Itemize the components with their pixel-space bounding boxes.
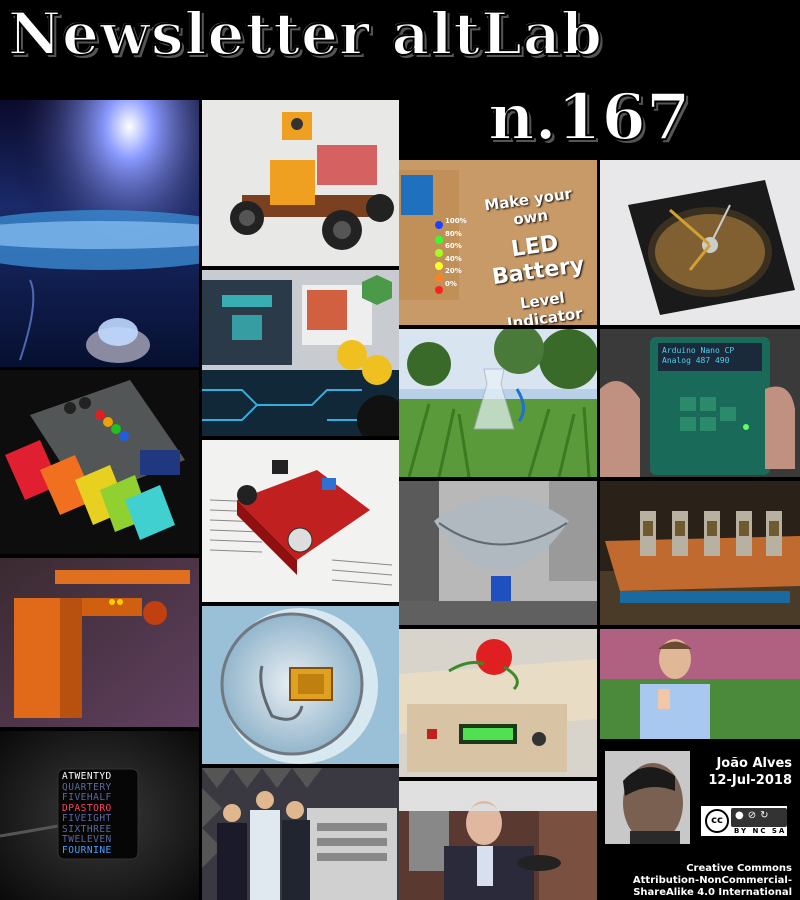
battery-level-label: 40% [445,254,462,263]
cc-license-badge[interactable]: cc ●⊘↻ BY NC SA [699,804,789,838]
tomato-box-image [399,629,597,777]
tile-rainbow-keyboard [0,370,199,554]
tile-led-battery: 100% 80% 60% 40% 20% 0% Make your own LE… [399,160,597,325]
battery-level-label: 60% [445,242,462,250]
lcd-line: Arduino Nano CP [662,346,735,355]
word-clock-row: FIVEIGHT [62,813,112,824]
tile-team-photo [202,768,399,900]
tile-speaker-photo [600,629,800,739]
hard-drive-clock-image [600,160,800,325]
speaker-photo-image [600,629,800,739]
team-photo-image [202,768,399,900]
issue-number: n.167 [487,79,691,156]
word-clock-row: TWELEVEN [62,834,112,845]
tile-word-clock: ATWENTYD QUARTERY FIVEHALF DPASTORO FIVE… [0,731,199,900]
pcb-schematic-image [202,440,399,602]
avatar [605,751,690,844]
rainbow-keyboard-image [0,370,199,554]
license-text: Creative Commons Attribution-NonCommerci… [606,863,792,899]
lcd-line: Analog 487 490 [662,356,730,365]
tile-plant-flask [399,329,597,477]
tile-orange-device [0,558,199,727]
tile-dime-chip [202,606,399,764]
battery-level-label: 0% [445,279,457,288]
cc-terms-label: BY NC SA [734,827,787,835]
tile-robot-car [202,100,399,266]
parabolic-dish-image [399,481,597,625]
license-line: Creative Commons [686,863,792,874]
tile-hard-drive-clock [600,160,800,325]
tile-tomato-box [399,629,597,777]
license-line: ShareAlike 4.0 International [633,887,792,898]
cc-attribution-icons: ●⊘↻ [735,810,773,821]
battery-level-label: 80% [445,229,462,238]
word-clock-row: ATWENTYD [62,771,112,782]
newsletter-title: Newsletter altLab [7,0,603,69]
orange-device-image [0,558,199,727]
tile-parabolic-dish [399,481,597,625]
author-name: João Alves [716,756,792,771]
newsletter-date: 12-Jul-2018 [708,773,792,788]
space-earth-image [0,100,199,367]
tile-arduino-nano-cp: Arduino Nano CP Analog 487 490 [600,329,800,477]
cc-logo-icon: cc [705,809,729,833]
license-line: Attribution-NonCommercial- [632,875,792,886]
plant-flask-image [399,329,597,477]
word-clock-row: FOURNINE [62,844,112,856]
battery-headline-line: Level Indicator [505,288,584,325]
man-with-mouse-image [399,781,597,900]
robot-software-image [202,270,399,436]
slider-board-image [600,481,800,625]
robot-car-image [202,100,399,266]
battery-headline-line: LED Battery [490,230,586,291]
word-clock-row: FIVEHALF [62,792,112,803]
battery-level-label: 100% [445,217,467,225]
tile-man-with-mouse [399,781,597,900]
battery-level-label: 20% [445,267,462,275]
author-photo [605,751,690,844]
tile-slider-board [600,481,800,625]
tile-robot-software [202,270,399,436]
tile-pcb-schematic [202,440,399,602]
tile-space-earth [0,100,199,367]
dime-chip-image [202,606,399,764]
